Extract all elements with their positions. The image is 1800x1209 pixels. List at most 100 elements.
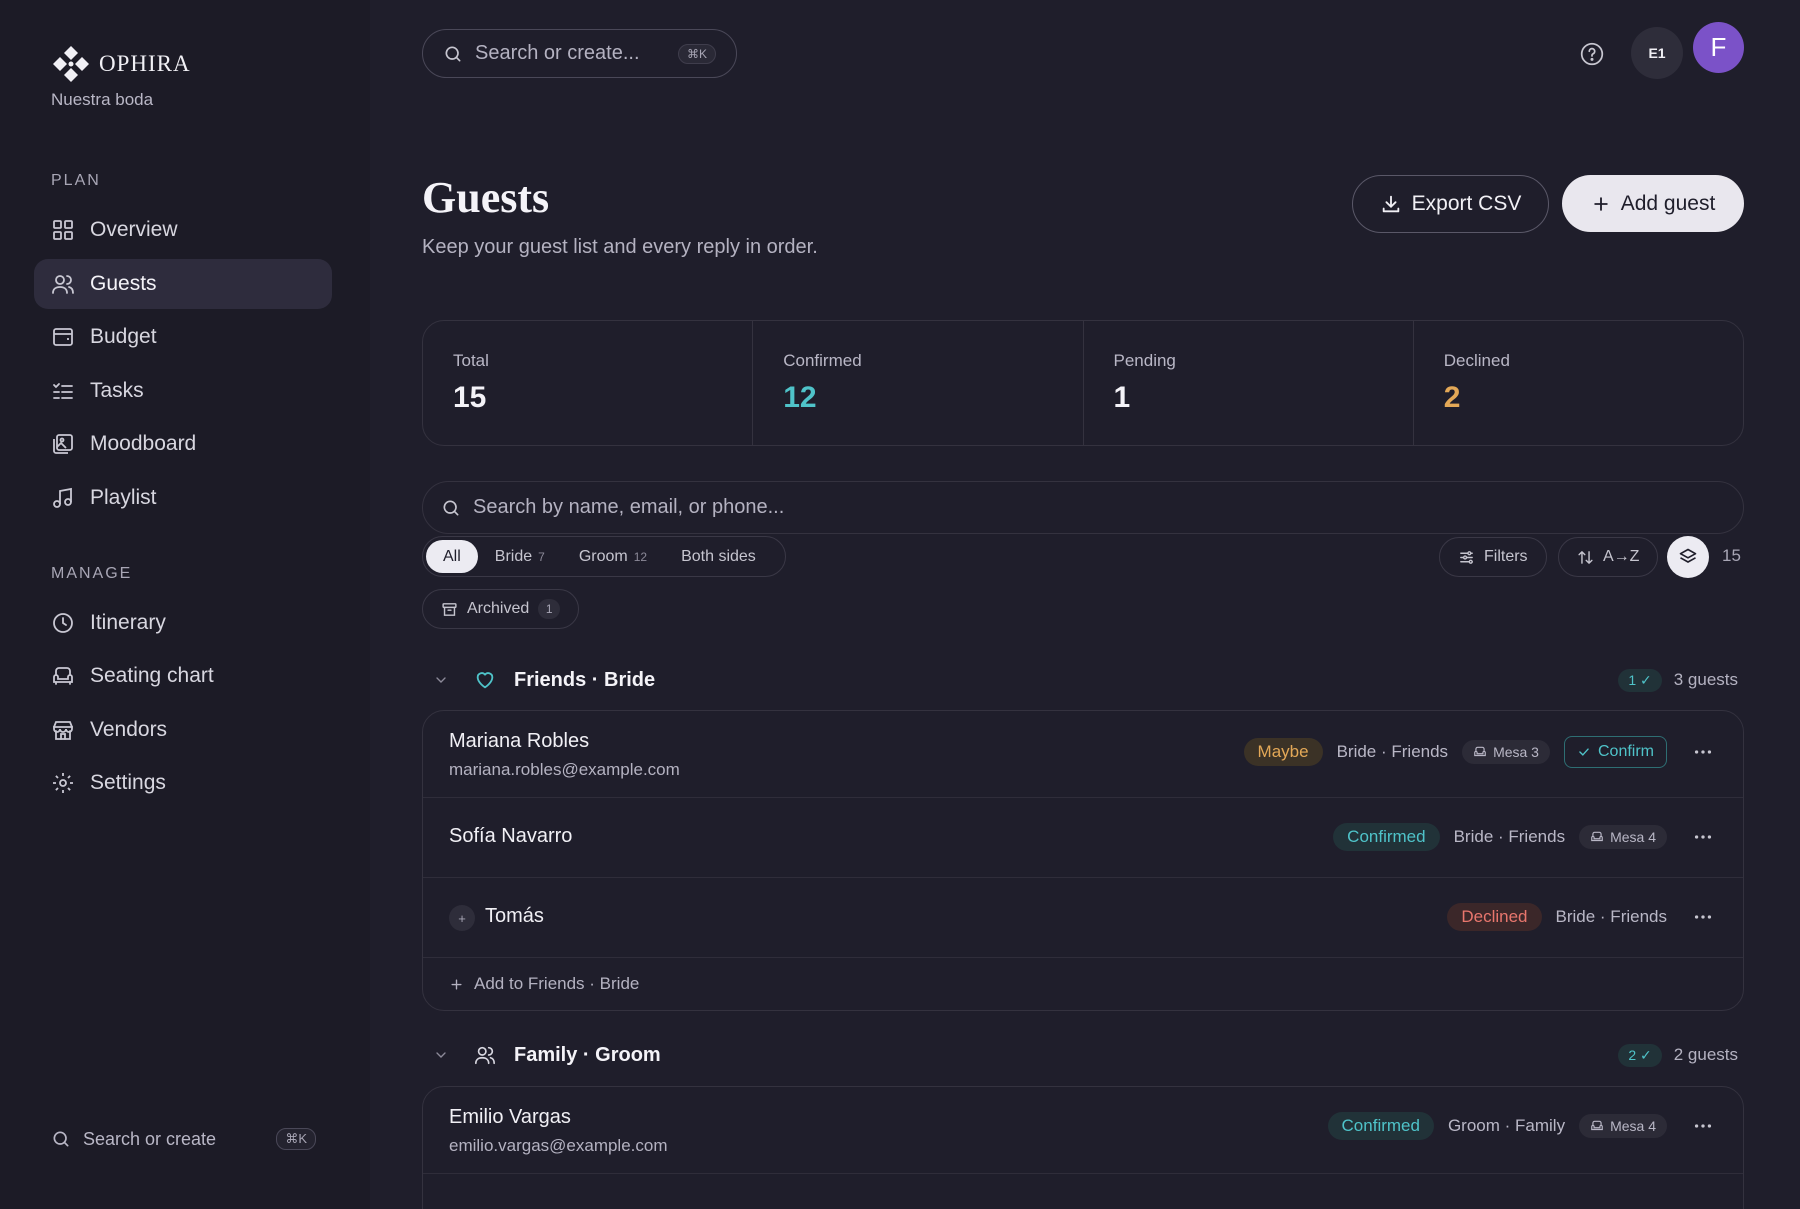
chevron-down-icon[interactable] — [426, 672, 456, 688]
confirm-label: Confirm — [1597, 743, 1654, 760]
segment-bride[interactable]: Bride 7 — [478, 540, 562, 573]
side-label: Groom · Family — [1447, 1116, 1566, 1135]
table-tag[interactable]: Mesa 3 — [1462, 740, 1550, 764]
table-row[interactable]: + Tomás Declined Bride · Friends — [423, 878, 1743, 958]
users-icon — [472, 1044, 498, 1066]
group-view-toggle[interactable] — [1667, 536, 1709, 578]
sidebar-item-seating-chart[interactable]: Seating chart — [34, 651, 332, 701]
sort-button[interactable]: A→Z — [1558, 537, 1659, 577]
add-to-group-button[interactable]: Add to Friends · Bride — [423, 958, 1743, 1010]
section-label-manage: MANAGE — [51, 565, 133, 582]
armchair-icon — [1473, 745, 1487, 759]
export-csv-button[interactable]: Export CSV — [1352, 175, 1549, 233]
shortcut-badge: ⌘K — [276, 1128, 316, 1150]
shortcut-badge: ⌘K — [677, 43, 716, 64]
sidebar-item-guests[interactable]: Guests — [34, 259, 332, 309]
search-icon — [441, 498, 461, 518]
filters-button[interactable]: Filters — [1439, 537, 1547, 577]
table-label: Mesa 3 — [1493, 744, 1539, 760]
table-tag[interactable]: Mesa 4 — [1579, 825, 1667, 849]
sidebar-item-settings[interactable]: Settings — [34, 758, 332, 808]
workspace-name: Nuestra boda — [51, 90, 154, 109]
more-icon[interactable] — [1689, 741, 1717, 763]
table-row[interactable]: Emilio Vargas emilio.vargas@example.com … — [423, 1087, 1743, 1174]
help-icon[interactable] — [1578, 40, 1606, 68]
status-badge: Confirmed — [1327, 1112, 1434, 1140]
workspace-badge[interactable]: E1 — [1631, 27, 1683, 79]
guest-name: Tomás — [485, 905, 544, 927]
segment-label: All — [443, 547, 461, 565]
segment-both-sides[interactable]: Both sides — [664, 540, 773, 573]
group-title: Family · Groom — [514, 1043, 661, 1066]
expand-plus-icon[interactable]: + — [449, 905, 475, 931]
sidebar-item-label: Settings — [90, 771, 166, 794]
sidebar-item-tasks[interactable]: Tasks — [34, 366, 332, 416]
check-icon — [1577, 745, 1591, 759]
table-tag[interactable]: Mesa 4 — [1579, 1114, 1667, 1138]
status-badge: Confirmed — [1333, 823, 1440, 851]
armchair-icon — [50, 663, 76, 689]
confirm-button[interactable]: Confirm — [1563, 736, 1667, 768]
stat-declined: Declined 2 — [1414, 321, 1743, 445]
app-logo[interactable]: OPHIRA — [51, 44, 191, 84]
more-icon[interactable] — [1689, 1115, 1717, 1137]
segment-all[interactable]: All — [426, 540, 478, 573]
avatar[interactable]: F — [1693, 22, 1744, 73]
sidebar-item-label: Playlist — [90, 486, 157, 509]
add-guest-button[interactable]: Add guest — [1562, 175, 1744, 232]
image-icon — [50, 431, 76, 457]
section-label-plan: PLAN — [51, 172, 101, 189]
status-badge: Declined — [1447, 903, 1542, 931]
more-icon[interactable] — [1689, 826, 1717, 848]
sliders-icon — [1458, 549, 1475, 566]
stat-value: 12 — [783, 381, 817, 414]
heart-icon — [472, 669, 498, 691]
stat-label: Total — [453, 351, 489, 370]
group-header-friends-bride[interactable]: Friends · Bride 1 ✓ 3 guests — [422, 662, 1744, 698]
sidebar-item-label: Budget — [90, 325, 157, 348]
global-search-input[interactable]: Search or create... ⌘K — [422, 29, 737, 78]
archived-filter-button[interactable]: Archived 1 — [422, 589, 580, 629]
sidebar-item-vendors[interactable]: Vendors — [34, 705, 332, 755]
add-to-group-label: Add to Friends · Bride — [474, 974, 640, 993]
side-label: Bride · Friends — [1336, 742, 1449, 761]
guest-name: Sofía Navarro — [449, 825, 573, 847]
guest-email: emilio.vargas@example.com — [449, 1136, 668, 1155]
sidebar-item-label: Moodboard — [90, 432, 197, 455]
group-header-family-groom[interactable]: Family · Groom 2 ✓ 2 guests — [422, 1037, 1744, 1073]
chevron-down-icon[interactable] — [426, 1047, 456, 1063]
sidebar-item-playlist[interactable]: Playlist — [34, 473, 332, 523]
sidebar-item-budget[interactable]: Budget — [34, 312, 332, 362]
table-row[interactable]: Sofía Navarro Confirmed Bride · Friends … — [423, 798, 1743, 878]
row-meta: Confirmed Groom · Family Mesa 4 — [1327, 1112, 1717, 1140]
segment-count: 12 — [633, 549, 648, 564]
stat-total: Total 15 — [423, 321, 754, 445]
armchair-icon — [1590, 830, 1604, 844]
side-filter-segmented: All Bride 7 Groom 12 Both sides — [422, 536, 786, 577]
guest-search-input[interactable]: Search by name, email, or phone... — [422, 481, 1744, 534]
table-row[interactable]: Mariana Robles mariana.robles@example.co… — [423, 711, 1743, 798]
result-count: 15 — [1722, 546, 1741, 565]
sidebar-item-overview[interactable]: Overview — [34, 205, 332, 255]
more-icon[interactable] — [1689, 906, 1717, 928]
app-name: OPHIRA — [99, 51, 191, 76]
guest-count: 2 guests — [1673, 1045, 1738, 1064]
stat-confirmed: Confirmed 12 — [753, 321, 1084, 445]
armchair-icon — [1590, 1119, 1604, 1133]
table-label: Mesa 4 — [1610, 829, 1656, 845]
sidebar-item-label: Guests — [90, 272, 157, 295]
sidebar-search-label: Search or create — [83, 1128, 217, 1149]
stat-label: Declined — [1443, 351, 1510, 370]
sidebar-item-itinerary[interactable]: Itinerary — [34, 598, 332, 648]
sidebar-item-label: Overview — [90, 218, 178, 241]
confirmed-badge: 2 ✓ — [1618, 1043, 1662, 1067]
wallet-icon — [50, 324, 76, 350]
group-title: Friends · Bride — [514, 668, 656, 691]
plus-icon — [1591, 194, 1611, 214]
sidebar-item-moodboard[interactable]: Moodboard — [34, 419, 332, 469]
search-icon — [51, 1129, 71, 1149]
sidebar-search-button[interactable]: Search or create ⌘K — [51, 1126, 316, 1152]
group-card-friends-bride: Mariana Robles mariana.robles@example.co… — [422, 710, 1744, 1011]
side-label: Bride · Friends — [1555, 907, 1667, 926]
segment-groom[interactable]: Groom 12 — [562, 540, 664, 573]
